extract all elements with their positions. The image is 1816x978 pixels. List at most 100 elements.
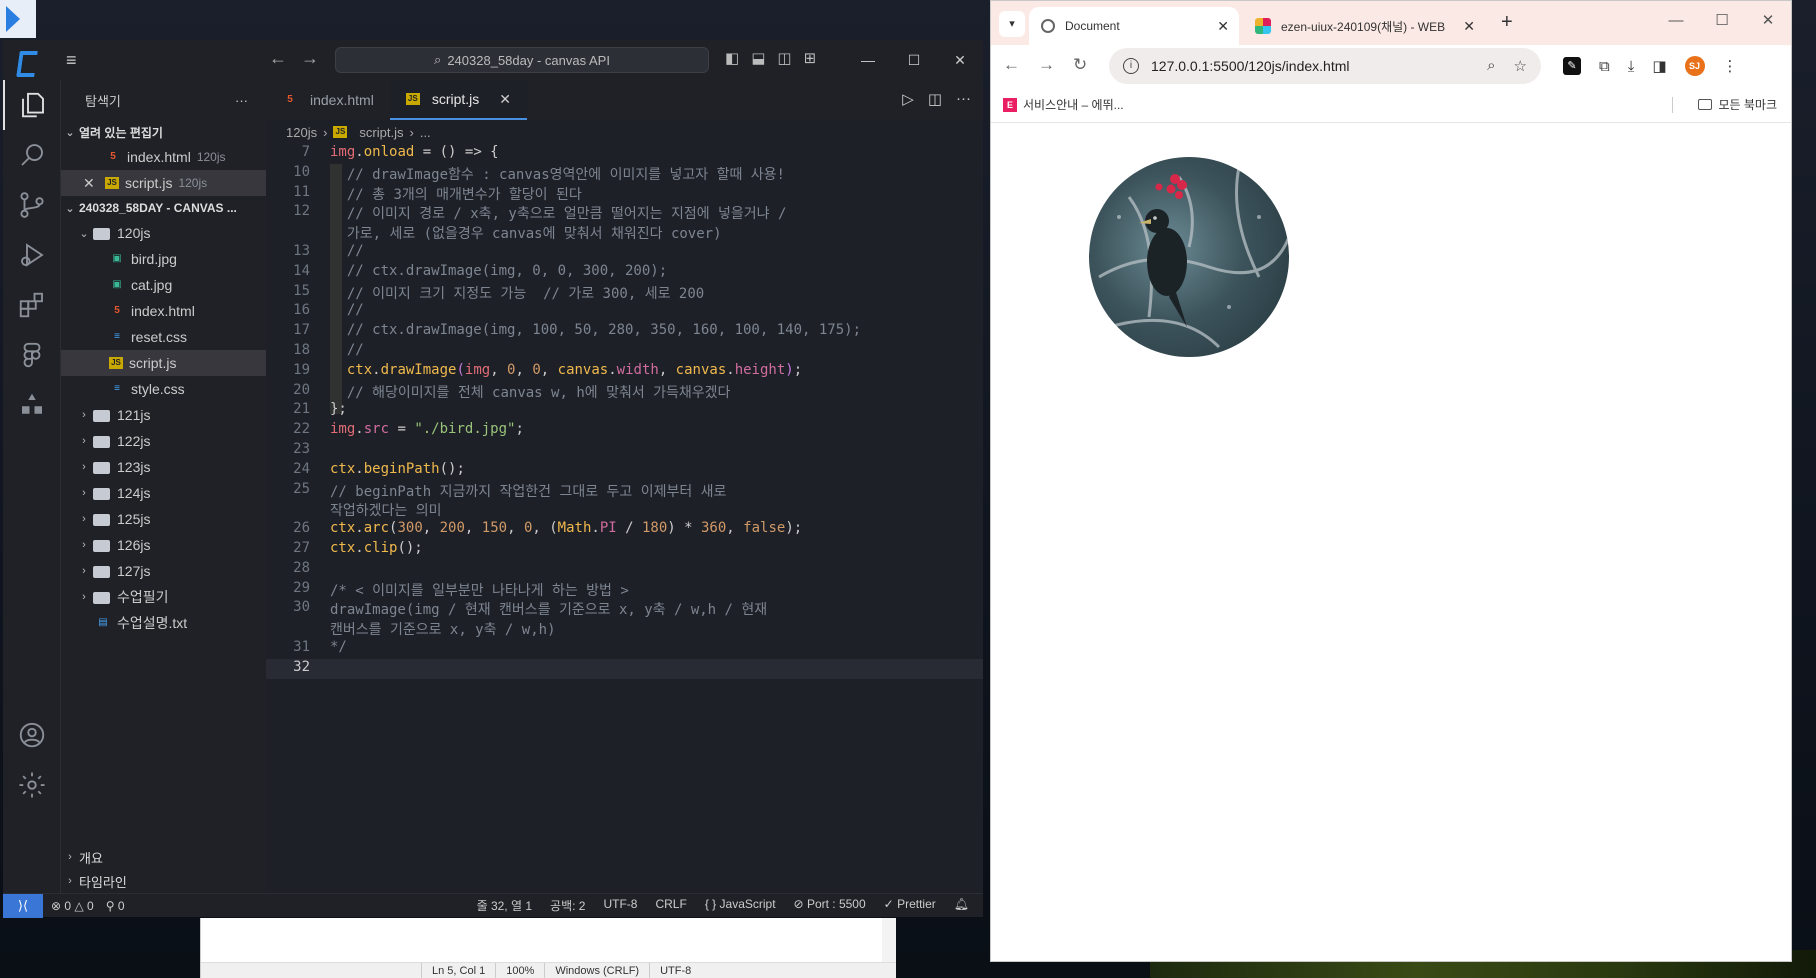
customize-layout-icon[interactable]: ⊞	[804, 49, 817, 67]
tab-slack[interactable]: ezen-uiux-240109(채널) - WEB ✕	[1243, 7, 1485, 45]
tab-document[interactable]: Document ✕	[1029, 7, 1239, 45]
menu-icon[interactable]: ≡	[66, 50, 86, 71]
live-server-port[interactable]: ⊘ Port : 5500	[794, 897, 866, 914]
code-editor[interactable]: 7 img.onload = () => {10 // drawImage함수 :…	[266, 144, 983, 893]
tree-item[interactable]: › 126js	[61, 532, 266, 558]
bookmark-item[interactable]: E 서비스안내 – 에뛰...	[1003, 96, 1124, 113]
notepad-scrollbar[interactable]	[882, 918, 896, 962]
ports-indicator[interactable]: ⚲ 0	[106, 899, 125, 913]
outline-section[interactable]: › 개요	[61, 845, 266, 869]
code-token: 150	[481, 520, 508, 537]
site-info-icon[interactable]: i	[1123, 58, 1139, 74]
close-editor-icon[interactable]: ✕	[83, 175, 105, 192]
settings-gear-icon[interactable]	[3, 760, 61, 810]
run-debug-icon[interactable]	[3, 230, 61, 280]
code-line: 28	[266, 560, 983, 580]
toggle-panel-icon[interactable]: ⬓	[751, 49, 765, 67]
cursor-position[interactable]: 줄 32, 열 1	[477, 897, 532, 914]
split-editor-icon[interactable]: ◫	[928, 90, 942, 108]
workspace-section[interactable]: ⌄ 240328_58DAY - CANVAS ...	[61, 196, 266, 220]
tab-search-chevron-icon[interactable]: ▾	[999, 11, 1025, 37]
search-icon[interactable]	[3, 130, 61, 180]
tree-item[interactable]: › 125js	[61, 506, 266, 532]
desktop-app-icon[interactable]	[0, 0, 36, 38]
timeline-section[interactable]: › 타임라인	[61, 869, 266, 893]
tree-item[interactable]: › 121js	[61, 402, 266, 428]
extensions-icon[interactable]	[3, 280, 61, 330]
tree-item[interactable]: ≡ style.css	[61, 376, 266, 402]
run-icon[interactable]: ▷	[902, 90, 914, 108]
close-button[interactable]: ✕	[937, 40, 983, 80]
tree-item[interactable]: 5 index.html	[61, 298, 266, 324]
close-tab-icon[interactable]: ✕	[1217, 18, 1229, 35]
puzzle-extensions-icon[interactable]: ⧉	[1599, 58, 1610, 75]
minimize-button[interactable]: —	[845, 40, 891, 80]
back-icon[interactable]: ←	[1003, 55, 1020, 75]
tree-item[interactable]: ≡ reset.css	[61, 324, 266, 350]
tab-script-js[interactable]: JS script.js ✕	[389, 80, 527, 120]
open-editors-section[interactable]: ⌄ 열려 있는 편집기	[61, 120, 266, 144]
breadcrumb: 120js › JS script.js › ...	[266, 120, 983, 144]
extension-icon[interactable]: ✎	[1563, 57, 1581, 75]
zoom-icon[interactable]: ⌕	[1487, 57, 1495, 75]
command-center-search[interactable]: ⌕ 240328_58day - canvas API	[335, 47, 709, 73]
explorer-icon[interactable]	[3, 80, 61, 130]
bookmark-star-icon[interactable]: ☆	[1514, 57, 1527, 75]
open-editor-index-html[interactable]: 5 index.html 120js	[61, 144, 266, 170]
indentation[interactable]: 공백: 2	[550, 897, 585, 914]
close-tab-icon[interactable]: ✕	[499, 91, 511, 108]
figma-icon[interactable]	[3, 330, 61, 380]
tree-item[interactable]: › 122js	[61, 428, 266, 454]
forward-icon[interactable]: →	[1038, 55, 1055, 75]
problems-indicator[interactable]: ⊗ 0 △ 0	[51, 899, 94, 913]
tree-item[interactable]: ▤ 수업설명.txt	[61, 610, 266, 636]
prettier-status[interactable]: ✓ Prettier	[884, 897, 936, 914]
extension-pack-icon[interactable]	[3, 380, 61, 430]
more-icon[interactable]: ···	[956, 90, 971, 108]
tree-item-label: 121js	[117, 407, 151, 423]
source-control-icon[interactable]	[3, 180, 61, 230]
tree-item[interactable]: › 124js	[61, 480, 266, 506]
toggle-secondary-sidebar-icon[interactable]: ◫	[777, 49, 791, 67]
tree-item[interactable]: › 127js	[61, 558, 266, 584]
language-mode[interactable]: { } JavaScript	[705, 897, 776, 914]
kebab-menu-icon[interactable]: ⋮	[1723, 57, 1738, 75]
more-actions-icon[interactable]: ···	[235, 93, 248, 108]
line-number: 26	[293, 520, 310, 537]
profile-avatar[interactable]: SJ	[1684, 56, 1705, 76]
notifications-bell-icon[interactable]: 🔔︎	[954, 897, 969, 914]
breadcrumb-folder[interactable]: 120js	[286, 125, 317, 140]
forward-arrow-icon[interactable]: →	[301, 48, 319, 69]
tree-item[interactable]: › 수업필기	[61, 584, 266, 610]
download-icon[interactable]: ⤓	[1628, 58, 1635, 75]
tree-item[interactable]: ▣ cat.jpg	[61, 272, 266, 298]
maximize-button[interactable]: ☐	[891, 40, 937, 80]
line-number: 32	[293, 658, 310, 675]
reload-icon[interactable]: ↻	[1073, 55, 1087, 75]
back-arrow-icon[interactable]: ←	[269, 48, 287, 69]
remote-indicator-icon[interactable]: ⟩⟨	[3, 893, 43, 918]
tree-item[interactable]: ⌄ 120js	[61, 220, 266, 246]
open-editor-script-js[interactable]: ✕ JS script.js 120js	[61, 170, 266, 196]
code-token: onload	[363, 144, 415, 160]
close-button[interactable]: ✕	[1745, 1, 1791, 41]
all-bookmarks[interactable]: 모든 북마크	[1698, 96, 1777, 113]
tree-item[interactable]: ▣ bird.jpg	[61, 246, 266, 272]
code-token: // 해당이미지를 전체 canvas w, h에 맞춰서 가득채우겠다	[330, 384, 731, 401]
tab-index-html[interactable]: 5 index.html	[266, 80, 390, 120]
accounts-icon[interactable]	[3, 710, 61, 760]
code-text: 가로, 세로 (없을경우 canvas에 맞춰서 채워진다 cover)	[330, 223, 722, 243]
end-of-line[interactable]: CRLF	[655, 897, 686, 914]
close-tab-icon[interactable]: ✕	[1463, 18, 1475, 35]
breadcrumb-symbol[interactable]: ...	[420, 125, 431, 140]
address-bar[interactable]: i 127.0.0.1:5500/120js/index.html ⌕ ☆	[1109, 48, 1541, 84]
new-tab-icon[interactable]: +	[1501, 11, 1513, 34]
tree-item[interactable]: JS script.js	[61, 350, 266, 376]
maximize-button[interactable]: ☐	[1699, 1, 1745, 41]
breadcrumb-file[interactable]: script.js	[359, 125, 403, 140]
encoding[interactable]: UTF-8	[603, 897, 637, 914]
side-panel-icon[interactable]: ◨	[1652, 57, 1666, 75]
tree-item[interactable]: › 123js	[61, 454, 266, 480]
toggle-sidebar-icon[interactable]: ◧	[725, 49, 739, 67]
minimize-button[interactable]: —	[1653, 1, 1699, 41]
